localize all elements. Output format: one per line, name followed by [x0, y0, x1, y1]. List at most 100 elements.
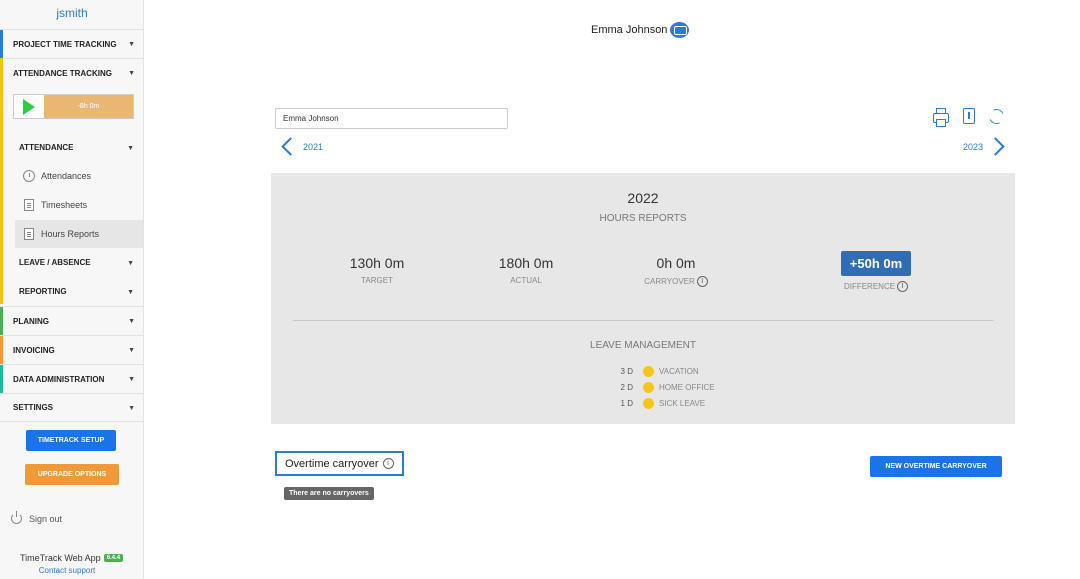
nav-label: Data Administration: [13, 374, 105, 384]
id-card-icon[interactable]: [670, 22, 690, 38]
nav-planing[interactable]: Planing ▼: [0, 306, 144, 335]
upgrade-options-button[interactable]: UPGRADE OPTIONS: [25, 464, 119, 485]
overtime-title-label: Overtime carryover: [285, 457, 379, 470]
leave-count: 3 D: [620, 367, 633, 376]
person-header: Emma Johnson: [591, 22, 690, 38]
status-dot-icon: [643, 398, 654, 409]
difference-value: +50h 0m: [840, 251, 912, 276]
document-icon: [23, 228, 34, 240]
new-overtime-carryover-button[interactable]: NEW OVERTIME CARRYOVER: [870, 456, 1002, 477]
sign-out-label: Sign out: [29, 513, 63, 524]
export-button[interactable]: [959, 106, 979, 126]
chevron-right-icon: [986, 137, 1005, 156]
nav-leave-absence-label: Leave / Absence: [19, 258, 91, 267]
stat-value: 180h 0m: [498, 255, 554, 271]
export-icon: [963, 108, 975, 124]
refresh-button[interactable]: [986, 106, 1006, 126]
caret-down-icon: ▼: [128, 41, 135, 48]
leave-item-vacation: 3 D Vacation: [617, 366, 699, 377]
report-year: 2022: [627, 190, 659, 206]
divider: [293, 320, 994, 321]
power-icon: [11, 511, 22, 524]
nav-label: Invoicing: [13, 345, 55, 355]
app-name-label: TimeTrack Web App: [20, 553, 101, 563]
caret-down-icon: ▼: [127, 289, 134, 296]
stopwatch-icon: [22, 170, 35, 182]
nav-data-administration[interactable]: Data Administration ▼: [0, 364, 144, 393]
nav-label: Attendance Tracking: [13, 68, 112, 78]
username[interactable]: jsmith: [0, 6, 144, 20]
leave-management-title: Leave Management: [590, 340, 696, 351]
info-icon[interactable]: i: [696, 276, 708, 287]
nav-label: Project Time Tracking: [13, 39, 117, 49]
nav-reporting-label: Reporting: [19, 287, 67, 296]
caret-down-icon: ▼: [128, 405, 135, 412]
nav-settings[interactable]: Settings ▼: [0, 393, 144, 422]
print-button[interactable]: [931, 106, 951, 127]
nav-project-time-tracking[interactable]: Project Time Tracking ▼: [0, 29, 144, 58]
play-button[interactable]: [14, 95, 44, 118]
sidebar-item-hours-reports[interactable]: Hours Reports: [15, 220, 143, 248]
sidebar-item-timesheets[interactable]: Timesheets: [15, 191, 143, 219]
sidebar-item-label: Timesheets: [41, 200, 88, 210]
leave-label: Sick Leave: [659, 399, 706, 408]
caret-down-icon: ▼: [127, 145, 134, 152]
no-carryovers-message: There are no carryovers: [284, 487, 374, 500]
person-name: Emma Johnson: [591, 24, 668, 36]
stat-label: Target: [361, 276, 393, 285]
play-icon: [23, 98, 35, 115]
caret-down-icon: ▼: [128, 376, 135, 383]
next-year-link[interactable]: 2023: [963, 137, 1005, 156]
hours-report-panel: 2022 Hours Reports 130h 0m Target 180h 0…: [271, 173, 1015, 424]
contact-support-link[interactable]: Contact support: [0, 566, 134, 575]
stat-carryover: 0h 0m Carryover i: [616, 255, 736, 287]
sidebar-item-label: Hours Reports: [41, 229, 100, 239]
caret-down-icon: ▼: [128, 347, 135, 354]
employee-input[interactable]: [275, 108, 508, 129]
status-dot-icon: [643, 366, 654, 377]
report-subtitle: Hours Reports: [599, 213, 687, 224]
version-badge: 6.4.4: [103, 554, 124, 562]
refresh-icon: [986, 106, 1006, 126]
section-color-bar: [0, 58, 3, 304]
leave-label: Vacation: [659, 367, 699, 376]
nav-label: Settings: [13, 403, 54, 412]
sign-out-link[interactable]: Sign out: [11, 511, 63, 524]
stat-label: Actual: [510, 276, 542, 285]
printer-icon: [933, 107, 949, 127]
nav-label: Planing: [13, 316, 49, 326]
stat-target: 130h 0m Target: [317, 255, 437, 285]
stat-value: 130h 0m: [349, 255, 405, 271]
leave-item-home-office: 2 D Home Office: [617, 382, 715, 393]
stat-actual: 180h 0m Actual: [466, 255, 586, 285]
leave-count: 1 D: [620, 399, 633, 408]
nav-attendance-label: Attendance: [19, 143, 74, 152]
next-year-label: 2023: [963, 141, 984, 152]
sidebar: jsmith Project Time Tracking ▼ Attendanc…: [0, 0, 144, 579]
sidebar-item-attendances[interactable]: Attendances: [15, 162, 143, 190]
leave-item-sick-leave: 1 D Sick Leave: [617, 398, 705, 409]
leave-count: 2 D: [620, 383, 633, 392]
info-icon[interactable]: i: [382, 458, 394, 469]
overtime-carryover-title[interactable]: Overtime carryover i: [275, 451, 404, 476]
info-icon[interactable]: i: [897, 281, 909, 292]
nav-invoicing[interactable]: Invoicing ▼: [0, 335, 144, 364]
stat-label: Difference: [843, 282, 896, 291]
timer-value: -8h 0m: [44, 95, 133, 118]
caret-down-icon: ▼: [128, 318, 135, 325]
stat-difference: +50h 0m Difference i: [816, 251, 936, 292]
timetrack-setup-button[interactable]: TIMETRACK SETUP: [26, 430, 116, 451]
nav-leave-absence[interactable]: Leave / Absence: [19, 258, 91, 267]
caret-down-icon: ▼: [127, 260, 134, 267]
nav-attendance[interactable]: Attendance: [19, 143, 74, 152]
attendance-timer: -8h 0m: [13, 94, 134, 119]
app-name: TimeTrack Web App 6.4.4: [20, 553, 124, 563]
nav-attendance-tracking[interactable]: Attendance Tracking ▼: [0, 58, 144, 87]
nav-reporting[interactable]: Reporting: [19, 287, 67, 296]
prev-year-link[interactable]: 2021: [281, 137, 324, 156]
chevron-left-icon: [281, 137, 300, 156]
sidebar-item-label: Attendances: [41, 171, 92, 181]
prev-year-label: 2021: [303, 141, 324, 152]
stat-value: 0h 0m: [656, 255, 696, 271]
stat-label: Carryover: [644, 277, 695, 286]
